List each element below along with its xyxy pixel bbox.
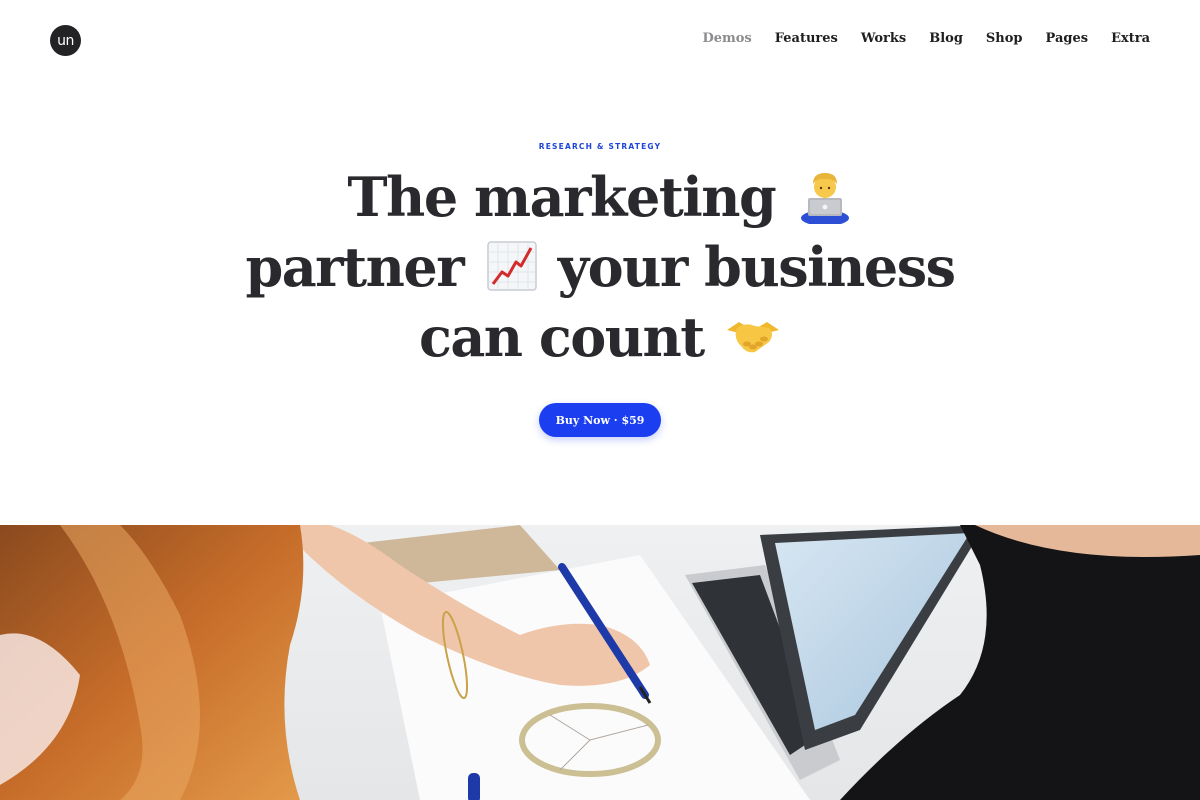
site-header: un Demos Features Works Blog Shop Pages …: [0, 0, 1200, 82]
chart-increasing-icon: [484, 238, 540, 294]
person-with-laptop-icon: [797, 168, 853, 224]
site-logo[interactable]: un: [50, 25, 81, 56]
nav-item-pages[interactable]: Pages: [1046, 31, 1089, 46]
nav-item-features[interactable]: Features: [775, 31, 838, 46]
headline-text-1: The marketing: [347, 165, 776, 229]
logo-text: un: [57, 32, 74, 49]
headline-text-2a: partner: [245, 235, 464, 299]
hero-photo: [0, 525, 1200, 800]
nav-item-blog[interactable]: Blog: [929, 31, 963, 46]
handshake-icon: [725, 308, 781, 364]
headline-text-2b: your business: [557, 235, 956, 299]
headline-line-1: The marketing: [100, 162, 1100, 232]
nav-item-works[interactable]: Works: [861, 31, 906, 46]
hero-headline: The marketing partner your business can …: [100, 162, 1100, 372]
hero-eyebrow: RESEARCH & STRATEGY: [538, 142, 662, 151]
buy-now-button[interactable]: Buy Now · $59: [539, 403, 661, 437]
nav-item-shop[interactable]: Shop: [986, 31, 1023, 46]
nav-item-demos[interactable]: Demos: [702, 31, 751, 46]
main-nav: Demos Features Works Blog Shop Pages Ext…: [702, 31, 1150, 46]
headline-line-3: can count: [100, 302, 1100, 372]
nav-item-extra[interactable]: Extra: [1111, 31, 1150, 46]
headline-text-3: can count: [418, 305, 705, 369]
headline-line-2: partner your business: [100, 232, 1100, 302]
